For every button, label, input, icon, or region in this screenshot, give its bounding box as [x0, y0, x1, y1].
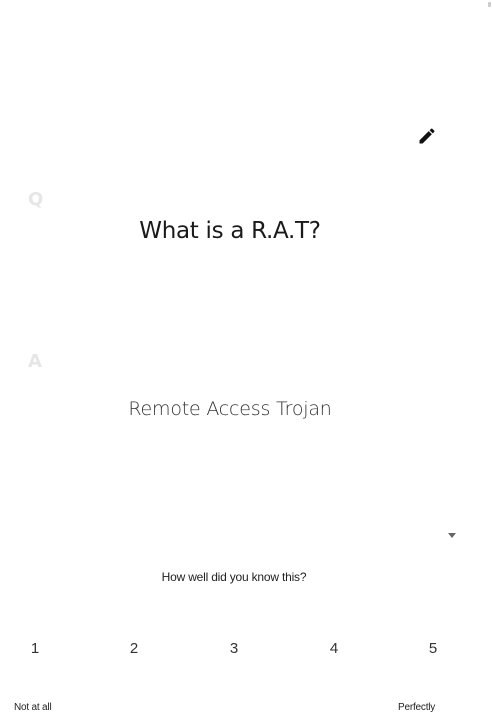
rating-prompt: How well did you know this?: [161, 570, 307, 584]
question-text: What is a R.A.T?: [139, 218, 321, 244]
rating-low-label: Not at all: [14, 702, 52, 713]
answer-text: Remote Access Trojan: [128, 398, 332, 420]
edit-button[interactable]: [414, 123, 440, 149]
rating-high-label: Perfectly: [398, 702, 436, 713]
corner-indicator: [488, 2, 491, 7]
rating-option-2[interactable]: 2: [119, 637, 149, 661]
rating-option-5[interactable]: 5: [418, 637, 448, 661]
rating-option-3[interactable]: 3: [219, 637, 249, 661]
answer-marker: A: [28, 351, 42, 372]
rating-option-1[interactable]: 1: [20, 637, 50, 661]
pencil-icon: [419, 128, 435, 144]
question-marker: Q: [28, 189, 44, 210]
rating-scale: 1 2 3 4 5: [0, 637, 492, 661]
caret-down-icon: [448, 532, 456, 538]
rating-option-4[interactable]: 4: [319, 637, 349, 661]
dropdown-toggle[interactable]: [446, 530, 458, 540]
